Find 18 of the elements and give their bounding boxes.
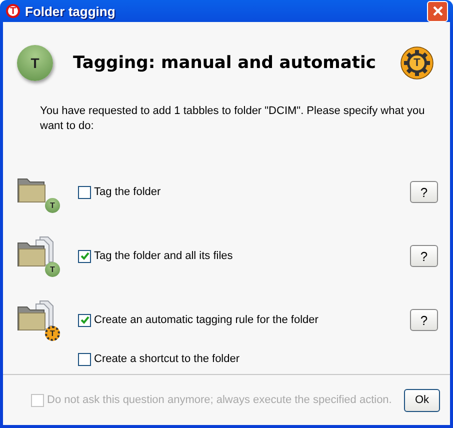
option-checkbox[interactable]: Tag the folder and all its files: [78, 250, 410, 262]
message-text: You have requested to add 1 tabbles to folder "DCIM". Please specify what you want to do:: [40, 104, 426, 134]
app-icon: T: [6, 4, 20, 18]
check-icon: [80, 251, 90, 261]
window-title: Folder tagging: [25, 4, 116, 18]
close-icon: [432, 5, 444, 17]
help-button[interactable]: ?: [410, 245, 438, 267]
dialog-heading: Tagging: manual and automatic: [73, 53, 377, 73]
close-button[interactable]: [427, 0, 448, 22]
help-button[interactable]: ?: [410, 309, 438, 331]
option-checkbox[interactable]: Create an automatic tagging rule for the folder: [78, 314, 410, 326]
gear-tag-icon: T: [400, 46, 434, 80]
option-checkbox[interactable]: Create a shortcut to the folder: [78, 352, 438, 366]
check-icon: [80, 315, 90, 325]
tag-logo-icon: T: [17, 45, 53, 81]
help-button[interactable]: ?: [410, 181, 438, 203]
option-checkbox[interactable]: Tag the folder: [78, 186, 410, 198]
ok-button[interactable]: Ok: [404, 388, 440, 412]
